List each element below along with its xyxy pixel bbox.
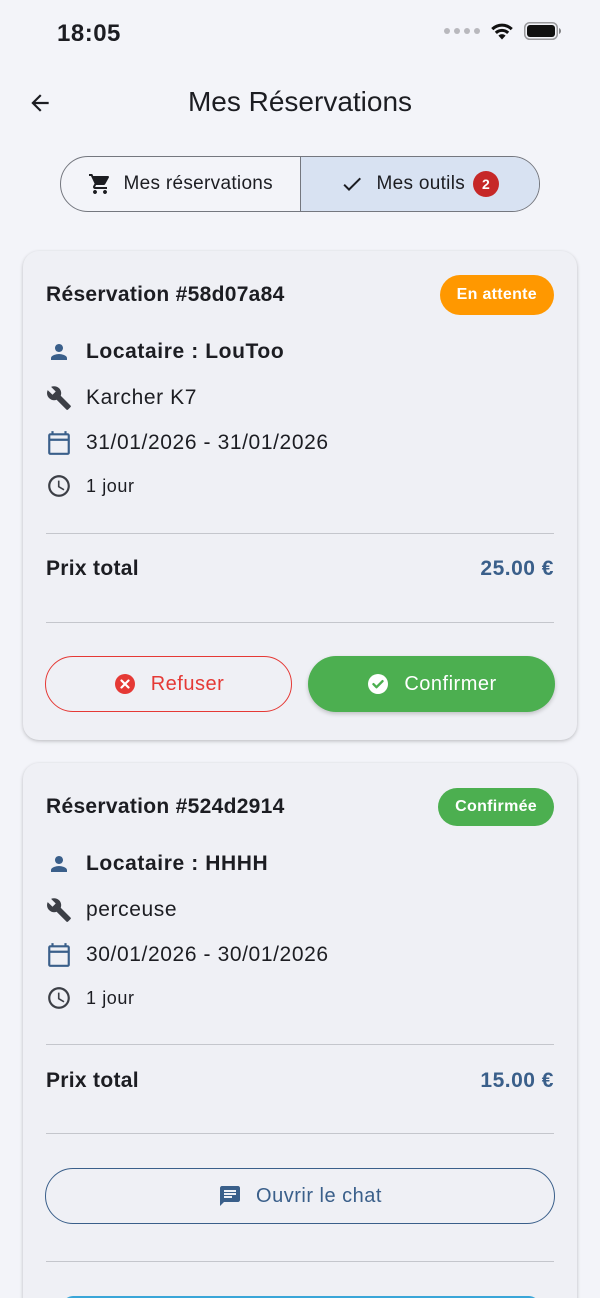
refuse-button[interactable]: Refuser <box>45 656 292 712</box>
price-row: Prix total 15.00 € <box>46 1069 554 1093</box>
card-header: Réservation #58d07a84 En attente <box>46 275 554 315</box>
duration: 1 jour <box>86 987 135 1008</box>
chat-label: Ouvrir le chat <box>256 1184 382 1207</box>
date-range: 30/01/2026 - 30/01/2026 <box>86 943 329 966</box>
tenant-name: Locataire : LouToo <box>86 340 285 363</box>
reservation-title: Réservation #524d2914 <box>46 795 285 818</box>
price-value: 15.00 € <box>480 1069 554 1092</box>
reservation-card: Réservation #58d07a84 En attente Locatai… <box>23 251 577 740</box>
notification-badge: 2 <box>473 171 500 197</box>
person-icon <box>51 344 67 360</box>
reservation-title: Réservation #58d07a84 <box>46 283 285 306</box>
open-chat-button[interactable]: Ouvrir le chat <box>45 1168 555 1224</box>
tenant-row: Locataire : LouToo <box>46 339 284 365</box>
calendar-icon <box>48 943 70 967</box>
dates-row: 31/01/2026 - 31/01/2026 <box>46 430 329 456</box>
tool-row: perceuse <box>46 897 177 923</box>
calendar-icon <box>48 431 70 455</box>
status-bar: 18:05 <box>0 0 600 70</box>
clock-icon <box>48 475 70 497</box>
price-label: Prix total <box>46 1069 139 1092</box>
tenant-name: Locataire : HHHH <box>86 852 269 875</box>
divider <box>46 1261 554 1262</box>
clock-icon <box>48 987 70 1009</box>
segmented-tabs: Mes réservations Mes outils 2 <box>60 156 540 212</box>
duration: 1 jour <box>86 475 135 496</box>
signal-dots-icon <box>444 28 480 34</box>
person-icon <box>51 856 67 872</box>
tab-mes-outils[interactable]: Mes outils 2 <box>300 157 539 211</box>
cancel-icon <box>114 674 135 694</box>
tool-name: Karcher K7 <box>86 386 198 409</box>
confirm-button[interactable]: Confirmer <box>308 656 555 712</box>
status-icons <box>444 22 562 40</box>
wifi-icon <box>491 23 513 40</box>
refuse-label: Refuser <box>150 672 225 695</box>
date-range: 31/01/2026 - 31/01/2026 <box>86 431 329 454</box>
divider <box>46 533 554 534</box>
divider <box>46 1044 554 1045</box>
chat-icon <box>220 1186 241 1206</box>
reservation-card: Réservation #524d2914 Confirmée Locatair… <box>23 763 577 1298</box>
tab-label: Mes réservations <box>123 173 273 194</box>
price-label: Prix total <box>46 557 139 580</box>
app-bar: Mes Réservations <box>0 70 600 138</box>
dates-row: 30/01/2026 - 30/01/2026 <box>46 942 329 968</box>
tenant-row: Locataire : HHHH <box>46 851 268 877</box>
tab-label: Mes outils <box>376 173 466 194</box>
divider <box>46 622 554 623</box>
card-header: Réservation #524d2914 Confirmée <box>46 787 554 827</box>
status-badge: Confirmée <box>438 788 554 826</box>
duration-row: 1 jour <box>46 985 135 1011</box>
duration-row: 1 jour <box>46 473 135 499</box>
tool-row: Karcher K7 <box>46 385 197 411</box>
price-row: Prix total 25.00 € <box>46 557 554 581</box>
status-time: 18:05 <box>57 20 121 47</box>
divider <box>46 1133 554 1134</box>
page-title: Mes Réservations <box>187 86 413 117</box>
cart-icon <box>88 174 109 194</box>
battery-icon <box>524 22 561 40</box>
check-circle-icon <box>368 674 389 694</box>
confirm-label: Confirmer <box>404 672 497 695</box>
check-icon <box>343 177 362 191</box>
tool-name: perceuse <box>86 898 178 921</box>
tab-mes-reservations[interactable]: Mes réservations <box>61 157 301 211</box>
wrench-icon <box>47 386 71 410</box>
price-value: 25.00 € <box>480 557 554 580</box>
status-badge: En attente <box>439 275 554 315</box>
wrench-icon <box>47 898 71 922</box>
